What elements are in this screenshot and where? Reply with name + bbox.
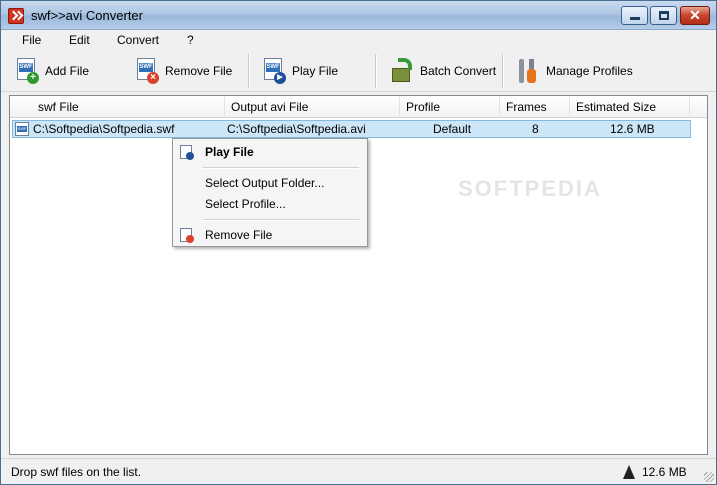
menu-edit[interactable]: Edit	[69, 33, 90, 47]
menu-bar: File Edit Convert ?	[1, 30, 716, 50]
swf-file-icon	[15, 122, 29, 136]
menu-help[interactable]: ?	[187, 33, 194, 47]
menu-file[interactable]: File	[22, 33, 41, 47]
column-estimated-size[interactable]: Estimated Size	[570, 96, 690, 118]
maximize-icon	[659, 11, 669, 20]
manage-profiles-button[interactable]: Manage Profiles	[516, 55, 633, 87]
ctx-remove-file[interactable]: Remove File	[173, 225, 367, 245]
remove-file-label: Remove File	[165, 64, 233, 78]
toolbar-separator	[375, 54, 377, 88]
close-icon: ✕	[689, 7, 701, 23]
ctx-play-file[interactable]: Play File	[173, 142, 367, 162]
add-file-label: Add File	[45, 64, 90, 78]
batch-convert-icon	[390, 58, 414, 84]
ctx-select-output-folder-label: Select Output Folder...	[205, 176, 325, 190]
ctx-remove-file-label: Remove File	[205, 228, 273, 242]
play-file-icon	[179, 145, 194, 160]
cell-profile: Default	[433, 122, 472, 136]
resize-grip[interactable]	[704, 472, 714, 482]
list-header: swf File Output avi File Profile Frames …	[10, 96, 707, 118]
watermark: SOFTPEDIA	[458, 176, 602, 201]
batch-convert-button[interactable]: Batch Convert	[390, 55, 496, 87]
menu-separator	[203, 167, 359, 169]
cell-size: 12.6 MB	[610, 122, 655, 136]
toolbar-separator	[502, 54, 504, 88]
tools-icon	[516, 57, 540, 85]
maximize-button[interactable]	[650, 6, 677, 25]
remove-file-button[interactable]: SWF × Remove File	[137, 55, 232, 87]
add-file-icon: SWF +	[17, 58, 39, 84]
column-profile[interactable]: Profile	[400, 96, 500, 118]
menu-convert[interactable]: Convert	[117, 33, 159, 47]
close-button[interactable]: ✕	[680, 6, 710, 25]
column-frames[interactable]: Frames	[500, 96, 570, 118]
cell-output-file: C:\Softpedia\Softpedia.avi	[227, 122, 366, 136]
minimize-icon	[630, 17, 640, 20]
cell-swf-file: C:\Softpedia\Softpedia.swf	[33, 122, 175, 136]
app-window: swf>>avi Converter ✕ File Edit Convert ?…	[0, 0, 717, 485]
remove-file-icon: SWF ×	[137, 58, 159, 84]
toolbar: SWF + Add File SWF × Remove File SWF ▶ Play…	[1, 50, 716, 92]
menu-separator	[203, 219, 359, 221]
cell-frames: 8	[532, 122, 539, 136]
column-swf-file[interactable]: swf File	[10, 96, 225, 118]
ctx-play-file-label: Play File	[205, 145, 254, 159]
toolbar-separator	[248, 54, 250, 88]
column-output-file[interactable]: Output avi File	[225, 96, 400, 118]
remove-file-icon	[179, 228, 194, 243]
minimize-button[interactable]	[621, 6, 648, 25]
app-icon	[8, 8, 24, 24]
disk-usage-icon	[623, 463, 635, 479]
play-file-icon: SWF ▶	[264, 58, 286, 84]
ctx-select-profile-label: Select Profile...	[205, 197, 286, 211]
status-message: Drop swf files on the list.	[11, 465, 142, 479]
ctx-select-output-folder[interactable]: Select Output Folder...	[173, 173, 367, 193]
status-bar: Drop swf files on the list. 12.6 MB	[1, 458, 716, 484]
play-file-label: Play File	[292, 64, 339, 78]
table-row[interactable]: C:\Softpedia\Softpedia.swf C:\Softpedia\…	[12, 120, 691, 138]
window-title: swf>>avi Converter	[31, 8, 143, 23]
manage-profiles-label: Manage Profiles	[546, 64, 633, 78]
context-menu: Play File Select Output Folder... Select…	[172, 138, 368, 247]
add-file-button[interactable]: SWF + Add File	[17, 55, 89, 87]
status-total-size: 12.6 MB	[642, 465, 687, 479]
play-file-button[interactable]: SWF ▶ Play File	[264, 55, 338, 87]
title-bar[interactable]: swf>>avi Converter ✕	[1, 1, 716, 30]
ctx-select-profile[interactable]: Select Profile...	[173, 194, 367, 214]
batch-convert-label: Batch Convert	[420, 64, 497, 78]
